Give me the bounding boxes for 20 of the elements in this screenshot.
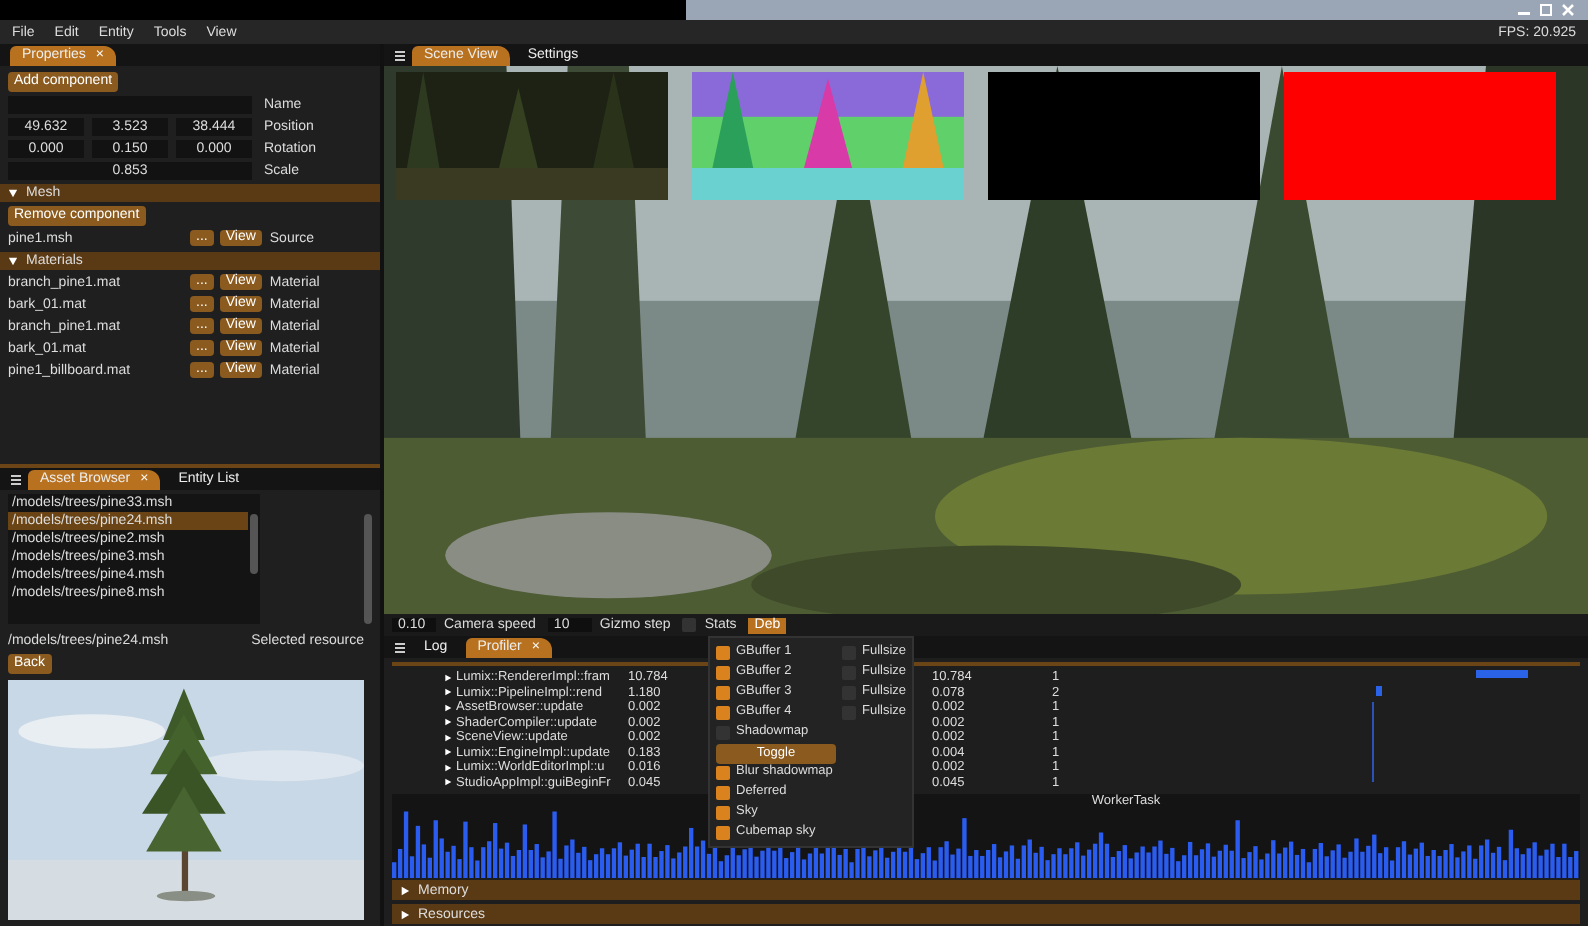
checkbox[interactable] bbox=[716, 785, 730, 799]
expand-arrow-icon bbox=[400, 885, 410, 895]
checkbox[interactable] bbox=[716, 805, 730, 819]
checkbox[interactable] bbox=[716, 705, 730, 719]
expand-arrow-icon bbox=[400, 909, 410, 919]
checkbox[interactable] bbox=[716, 685, 730, 699]
scrollbar[interactable] bbox=[364, 514, 372, 624]
close-icon[interactable] bbox=[1560, 2, 1576, 18]
menu-icon[interactable] bbox=[394, 50, 406, 62]
expand-arrow-icon bbox=[8, 188, 18, 198]
checkbox[interactable] bbox=[716, 645, 730, 659]
scrollbar[interactable] bbox=[250, 514, 258, 574]
maximize-icon[interactable] bbox=[1538, 2, 1554, 18]
checkbox[interactable] bbox=[716, 825, 730, 839]
menu-icon[interactable] bbox=[10, 474, 22, 486]
checkbox[interactable] bbox=[682, 618, 697, 632]
checkbox[interactable] bbox=[716, 665, 730, 679]
expand-arrow-icon bbox=[8, 256, 18, 266]
checkbox[interactable] bbox=[716, 765, 730, 779]
menu-icon[interactable] bbox=[394, 642, 406, 654]
